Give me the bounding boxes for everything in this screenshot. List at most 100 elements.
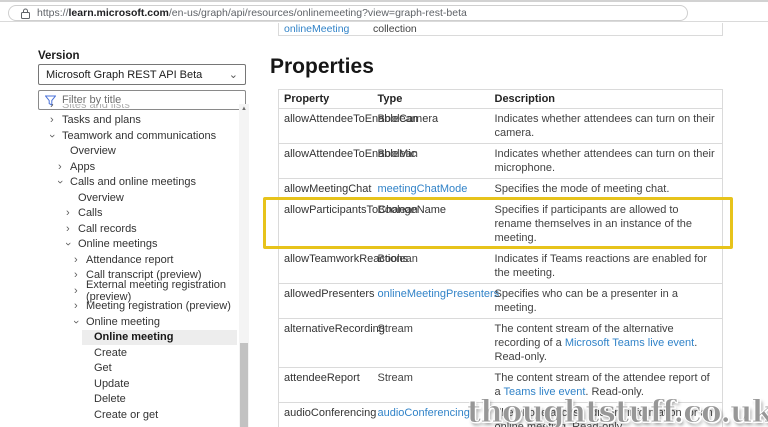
url-text: https://learn.microsoft.com/en-us/graph/… (37, 7, 467, 19)
column-header-property: Property (278, 89, 373, 109)
table-row: allowMeetingChat meetingChatMode Specifies… (278, 178, 723, 200)
chevron-right-icon[interactable]: › (74, 270, 86, 281)
table-header-row: Property Type Description (278, 89, 723, 109)
chevron-down-icon[interactable]: › (46, 131, 62, 141)
table-row: allowAttendeeToEnableMic Boolean Indicates… (278, 143, 723, 179)
sidebar-item-meeting-registration-preview-[interactable]: › Meeting registration (preview) (30, 299, 237, 315)
description-cell: Specifies if participants are allowed to… (489, 199, 723, 249)
sidebar-item-label: External meeting registration (preview) (86, 278, 227, 303)
chevron-right-icon[interactable]: › (66, 208, 78, 219)
main-content: onlineMeeting collection Properties Prop… (262, 23, 768, 427)
sidebar-item-label: Calls (78, 207, 103, 220)
table-row: allowParticipantsToChangeName Boolean Spec… (278, 199, 723, 249)
sidebar-item-get[interactable]: Get (30, 361, 237, 377)
partial-row-type: collection (373, 23, 417, 35)
sidebar-item-create[interactable]: Create (30, 345, 237, 361)
sidebar-item-overview[interactable]: Overview (30, 144, 237, 160)
type-link[interactable]: audioConferencing (378, 407, 470, 419)
sidebar-item-label: Delete (94, 393, 126, 406)
sidebar: Version Microsoft Graph REST API Beta ⌄ … (0, 23, 260, 427)
sidebar-item-label: Create (94, 346, 128, 359)
sidebar-item-external-meeting-registration-preview-[interactable]: › External meeting registration (preview) (30, 279, 237, 303)
sidebar-item-sites-and-lists[interactable]: › Sites and lists (30, 104, 237, 113)
nav-tree-viewport: › Sites and lists › Tasks and plans › Teamwor… (30, 104, 237, 427)
chevron-right-icon[interactable]: › (50, 115, 62, 126)
chevron-down-icon[interactable]: › (62, 239, 78, 249)
sidebar-item-calls-and-online-meetings[interactable]: › Calls and online meetings (30, 175, 237, 191)
type-link[interactable]: meetingChatMode (378, 183, 468, 195)
previous-table-partial-row: onlineMeeting collection (278, 23, 723, 36)
sidebar-item-label: Sites and lists (62, 104, 130, 111)
browser-address-bar: https://learn.microsoft.com/en-us/graph/… (0, 0, 768, 22)
scrollbar-thumb[interactable] (240, 343, 248, 427)
property-cell: audioConferencing (278, 402, 376, 427)
page: https://learn.microsoft.com/en-us/graph/… (0, 0, 768, 427)
chevron-right-icon[interactable]: › (58, 161, 70, 172)
type-cell: Boolean (372, 248, 490, 284)
sidebar-item-create-or-get[interactable]: Create or get (30, 407, 237, 423)
watermark: thoughtstuff.co.uk (466, 394, 768, 427)
chevron-down-icon[interactable]: › (54, 177, 70, 187)
type-cell: Boolean (372, 143, 490, 179)
sidebar-item-label: Calls and online meetings (70, 176, 196, 189)
column-header-description: Description (489, 89, 723, 109)
sidebar-item-label: Update (94, 377, 130, 390)
sidebar-item-tasks-and-plans[interactable]: › Tasks and plans (30, 113, 237, 129)
page-title: Properties (270, 55, 374, 78)
sidebar-item-label: Overview (78, 191, 124, 204)
sidebar-item-label: Tasks and plans (62, 114, 141, 127)
sidebar-item-attendance-report[interactable]: › Attendance report (30, 252, 237, 268)
chevron-down-icon: ⌄ (228, 69, 238, 81)
version-select[interactable]: Microsoft Graph REST API Beta ⌄ (38, 64, 246, 85)
description-cell: Indicates whether attendees can turn on … (489, 143, 723, 179)
property-cell: attendeeReport (278, 367, 373, 403)
type-cell: meetingChatMode (372, 178, 490, 200)
sidebar-item-label: Apps (70, 160, 96, 173)
sidebar-item-call-records[interactable]: › Call records (30, 221, 237, 237)
sidebar-item-calls[interactable]: › Calls (30, 206, 237, 222)
sidebar-item-label: Create or get (94, 408, 159, 421)
sidebar-item-update[interactable]: Update (30, 376, 237, 392)
sidebar-scrollbar[interactable]: ▲ (239, 104, 249, 427)
property-cell: alternativeRecording (278, 318, 385, 368)
description-cell: Specifies who can be a presenter in a me… (489, 283, 723, 319)
chevron-right-icon[interactable]: › (66, 223, 78, 234)
chevron-down-icon[interactable]: › (70, 317, 86, 327)
type-cell: Stream (372, 318, 490, 368)
type-cell: onlineMeetingPresenters (372, 283, 499, 319)
nav-tree: › Sites and lists › Tasks and plans › Teamwor… (30, 104, 237, 423)
scroll-up-arrow-icon[interactable]: ▲ (239, 106, 249, 112)
type-link[interactable]: onlineMeetingPresenters (378, 288, 500, 300)
chevron-right-icon[interactable]: › (74, 254, 86, 265)
sidebar-item-label: Online meeting (86, 315, 160, 328)
url-field[interactable]: https://learn.microsoft.com/en-us/graph/… (8, 5, 688, 21)
sidebar-item-online-meeting[interactable]: Online meeting (30, 329, 237, 345)
table-row: alternativeRecording Stream The content st… (278, 318, 723, 368)
description-link[interactable]: Microsoft Teams live event (565, 337, 694, 349)
table-row: allowedPresenters onlineMeetingPresenters… (278, 283, 723, 319)
description-cell: Indicates if Teams reactions are enabled… (489, 248, 723, 284)
sidebar-item-delete[interactable]: Delete (30, 392, 237, 408)
chevron-right-icon[interactable]: › (74, 301, 86, 312)
table-row: allowTeamworkReactions Boolean Indicates i… (278, 248, 723, 284)
sidebar-item-online-meetings[interactable]: › Online meetings (30, 237, 237, 253)
description-cell: Specifies the mode of meeting chat. (489, 178, 723, 200)
sidebar-item-label: Meeting registration (preview) (86, 300, 231, 313)
sidebar-item-apps[interactable]: › Apps (30, 159, 237, 175)
version-label: Version (38, 50, 80, 62)
sidebar-item-label: Teamwork and communications (62, 129, 217, 142)
property-cell: allowMeetingChat (278, 178, 373, 200)
property-cell: allowAttendeeToEnableMic (278, 143, 416, 179)
sidebar-item-online-meeting[interactable]: › Online meeting (30, 314, 237, 330)
online-meeting-link[interactable]: onlineMeeting (284, 23, 349, 35)
sidebar-item-overview[interactable]: Overview (30, 190, 237, 206)
description-cell: The content stream of the alternative re… (489, 318, 723, 368)
version-select-value: Microsoft Graph REST API Beta (46, 68, 203, 81)
sidebar-item-label: Get (94, 362, 112, 375)
chevron-right-icon[interactable]: › (74, 285, 86, 296)
property-cell: allowAttendeeToEnableCamera (278, 108, 438, 144)
sidebar-item-teamwork-and-communications[interactable]: › Teamwork and communications (30, 128, 237, 144)
table-row: allowAttendeeToEnableCamera Boolean Indica… (278, 108, 723, 144)
chevron-right-icon[interactable]: › (50, 104, 62, 110)
sidebar-item-label: Call records (78, 222, 137, 235)
